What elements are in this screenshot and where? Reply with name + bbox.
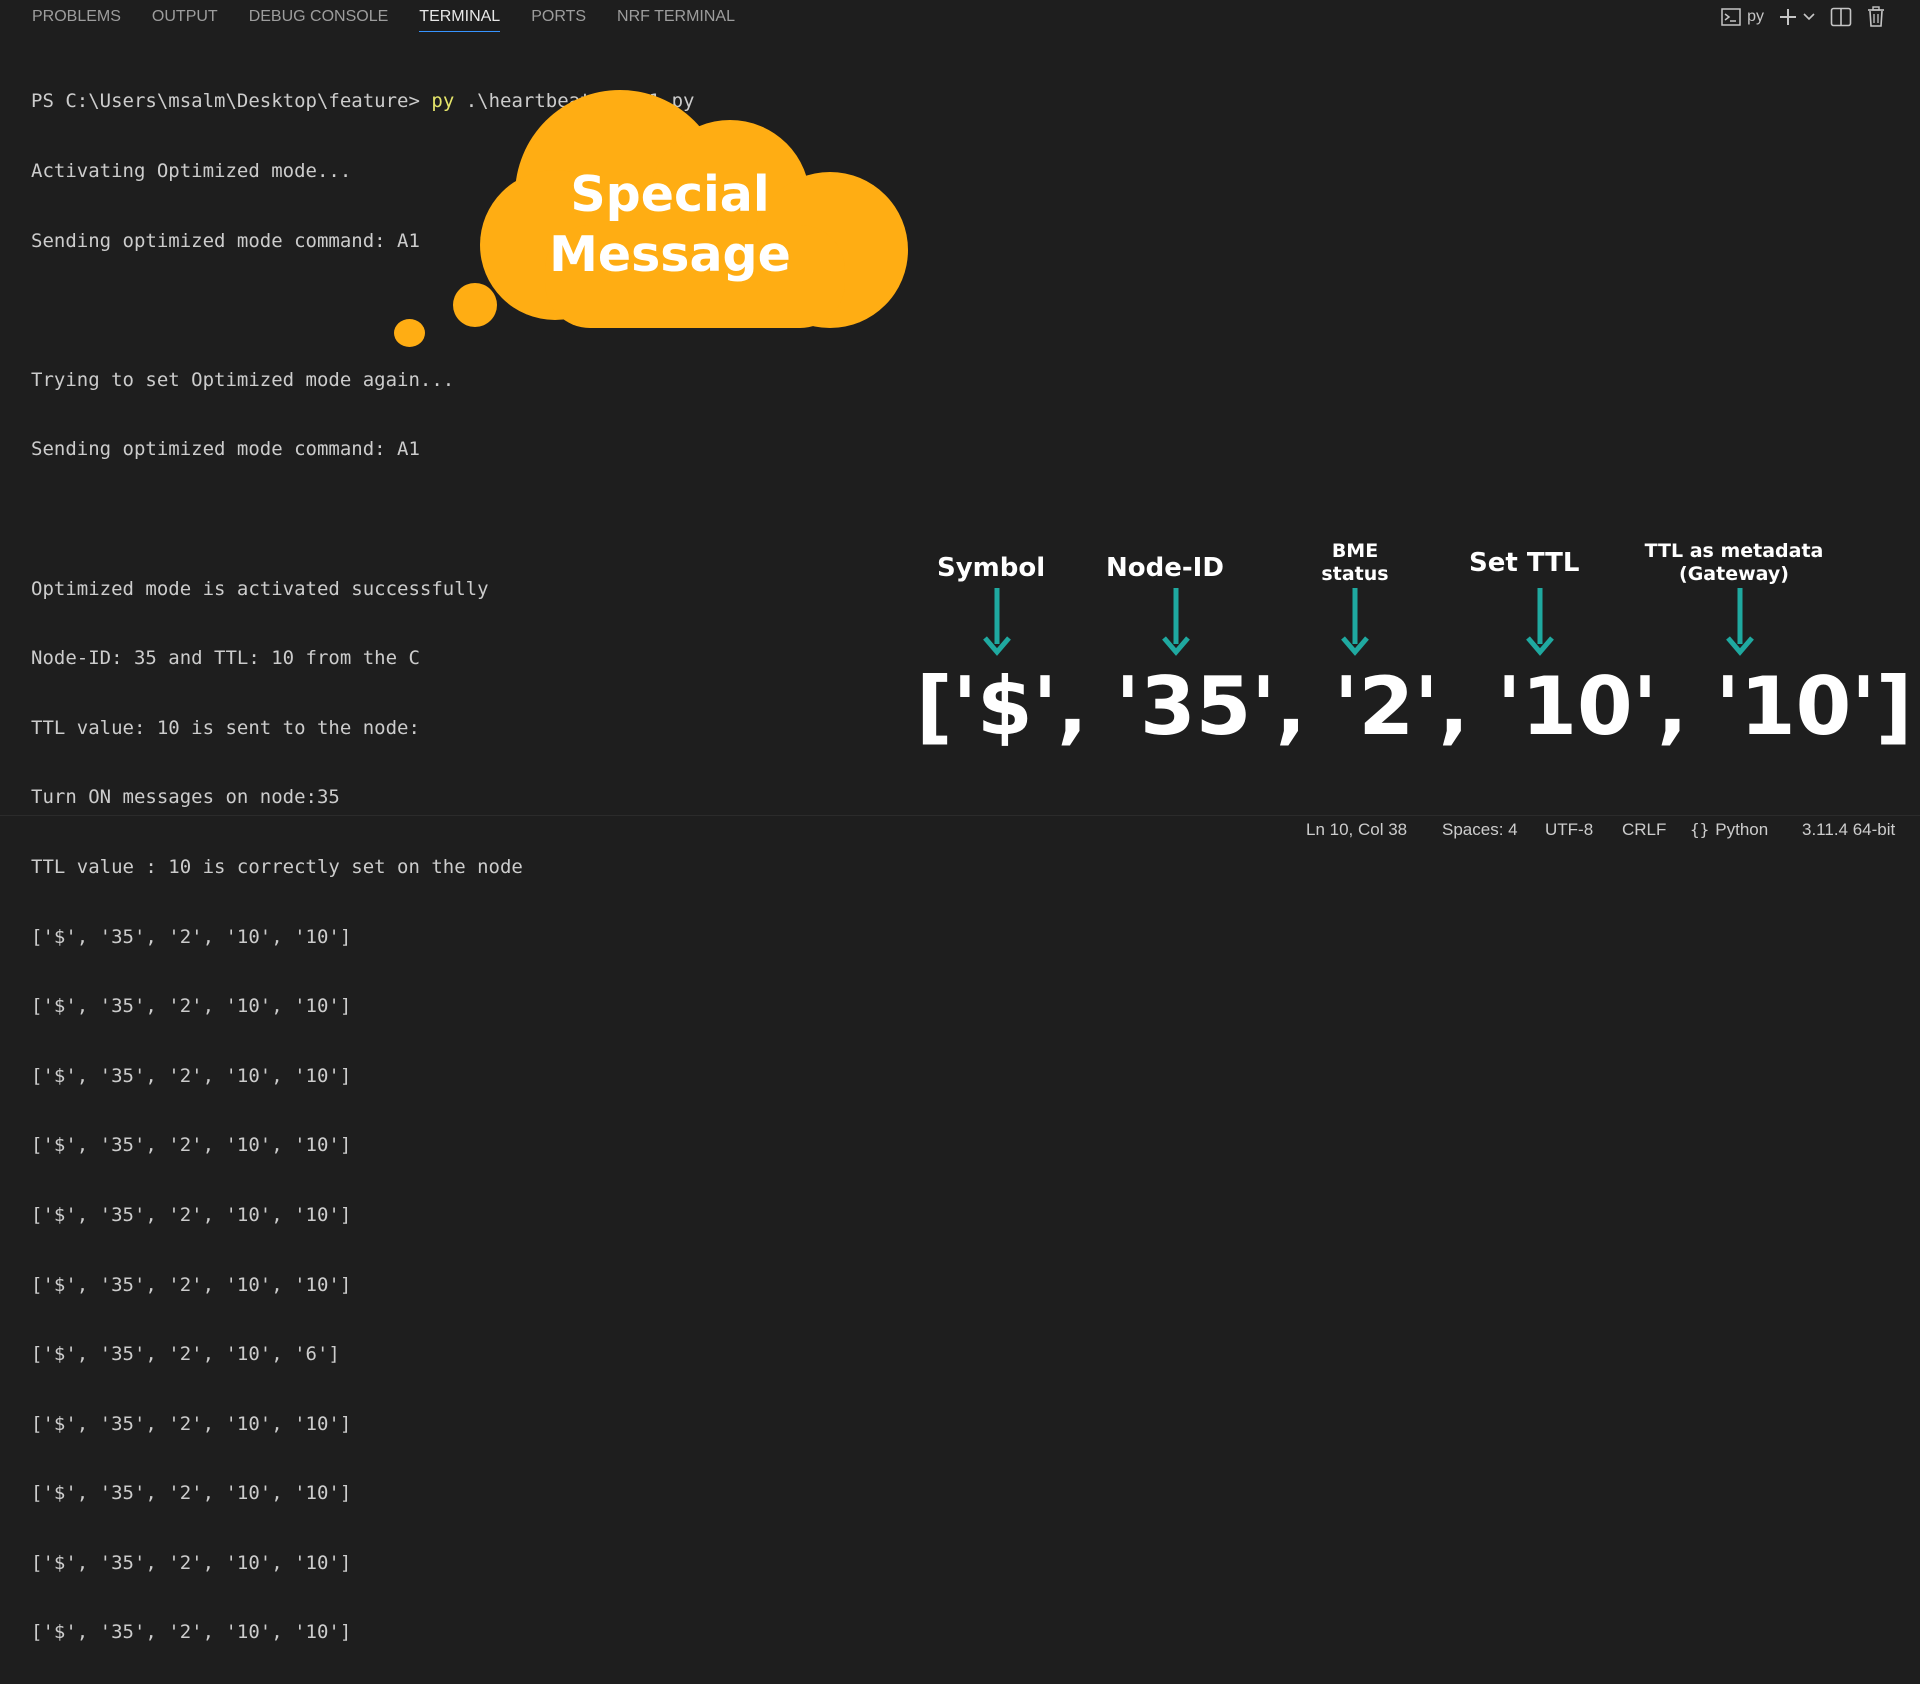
status-language[interactable]: {} Python: [1690, 816, 1768, 843]
terminal-icon: [1721, 8, 1741, 26]
status-bar: Ln 10, Col 38 Spaces: 4 UTF-8 CRLF {} Pyt…: [0, 815, 1920, 843]
tab-terminal[interactable]: TERMINAL: [419, 0, 500, 34]
output-line: ['$', '35', '2', '10', '10']: [31, 1412, 352, 1435]
status-indentation[interactable]: Spaces: 4: [1442, 816, 1518, 843]
label-ttl-meta-line-2: (Gateway): [1679, 563, 1789, 585]
new-terminal-button[interactable]: [1778, 7, 1816, 27]
output-line: Trying to set Optimized mode again...: [31, 368, 455, 391]
example-array: ['$', '35', '2', '10', '10']: [916, 660, 1913, 753]
cloud-line-2: Message: [549, 226, 791, 283]
output-line: Sending optimized mode command: A1: [31, 438, 420, 461]
terminal-actions: py: [1721, 0, 1886, 34]
braces-icon: {}: [1690, 820, 1710, 839]
output-line: Turn ON messages on node:35: [31, 786, 340, 809]
arrow-down-icon: [1526, 588, 1554, 656]
label-ttl-metadata: TTL as metadata (Gateway): [1626, 540, 1842, 586]
arrow-down-icon: [1162, 588, 1190, 656]
arrow-down-icon: [983, 588, 1011, 656]
label-ttl-meta-line-1: TTL as metadata: [1644, 540, 1824, 562]
kill-terminal-button[interactable]: [1866, 6, 1886, 28]
output-line: ['$', '35', '2', '10', '10']: [31, 1064, 352, 1087]
label-bme-status: BME status: [1312, 540, 1398, 586]
label-bme-line-1: BME: [1331, 540, 1379, 562]
plus-icon: [1778, 7, 1798, 27]
panel-tab-bar: PROBLEMS OUTPUT DEBUG CONSOLE TERMINAL P…: [0, 0, 1920, 34]
cloud-line-1: Special: [570, 166, 770, 223]
tab-debug-console[interactable]: DEBUG CONSOLE: [249, 0, 389, 34]
split-terminal-button[interactable]: [1830, 7, 1852, 27]
chevron-down-icon[interactable]: [1802, 12, 1816, 22]
trash-icon: [1866, 6, 1886, 28]
status-eol[interactable]: CRLF: [1622, 816, 1666, 843]
output-line: ['$', '35', '2', '10', '10']: [31, 1621, 352, 1644]
status-language-label: Python: [1715, 820, 1769, 839]
split-icon: [1830, 7, 1852, 27]
output-line: ['$', '35', '2', '10', '6']: [31, 1343, 340, 1366]
output-line: ['$', '35', '2', '10', '10']: [31, 1134, 352, 1157]
output-line: Node-ID: 35 and TTL: 10 from the C: [31, 647, 420, 670]
cloud-label: Special Message: [470, 165, 870, 285]
arrow-down-icon: [1341, 588, 1369, 656]
status-encoding[interactable]: UTF-8: [1545, 816, 1593, 843]
terminal-shell-selector[interactable]: py: [1721, 8, 1764, 26]
tab-nrf-terminal[interactable]: NRF TERMINAL: [617, 0, 735, 34]
tab-output[interactable]: OUTPUT: [152, 0, 218, 34]
output-line: ['$', '35', '2', '10', '10']: [31, 995, 352, 1018]
shell-label: py: [1747, 8, 1764, 25]
label-node-id: Node-ID: [1106, 553, 1224, 583]
status-interpreter[interactable]: 3.11.4 64-bit: [1802, 816, 1895, 843]
output-line: ['$', '35', '2', '10', '10']: [31, 1551, 352, 1574]
output-line: TTL value : 10 is correctly set on the n…: [31, 855, 523, 878]
output-line: TTL value: 10 is sent to the node:: [31, 716, 420, 739]
output-line: Optimized mode is activated successfully: [31, 577, 489, 600]
output-line: ['$', '35', '2', '10', '10']: [31, 1273, 352, 1296]
tab-ports[interactable]: PORTS: [531, 0, 586, 34]
output-line: ['$', '35', '2', '10', '10']: [31, 1482, 352, 1505]
arrow-down-icon: [1726, 588, 1754, 656]
status-cursor-position[interactable]: Ln 10, Col 38: [1306, 816, 1407, 843]
label-bme-line-2: status: [1321, 563, 1389, 585]
label-symbol: Symbol: [937, 553, 1046, 583]
output-line: ['$', '35', '2', '10', '10']: [31, 925, 352, 948]
tab-problems[interactable]: PROBLEMS: [32, 0, 121, 34]
output-line: ['$', '35', '2', '10', '10']: [31, 1203, 352, 1226]
prompt: PS C:\Users\msalm\Desktop\feature>: [31, 90, 432, 113]
cloud-tail-dot: [394, 319, 425, 347]
label-set-ttl: Set TTL: [1469, 548, 1580, 578]
